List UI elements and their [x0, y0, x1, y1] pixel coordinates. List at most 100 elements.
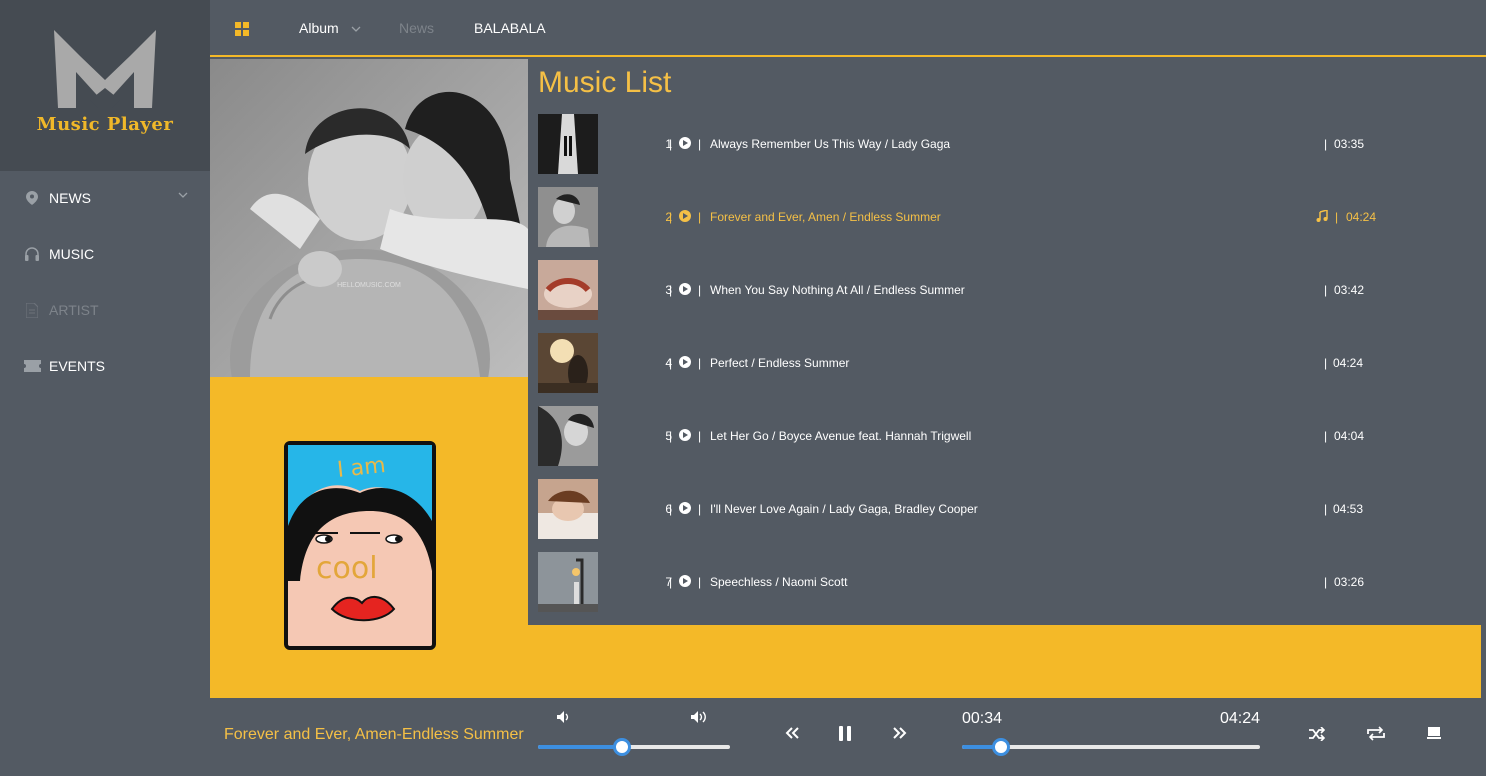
progress-slider-knob[interactable] — [992, 738, 1010, 756]
track-duration: 04:04 — [1334, 429, 1365, 443]
track-duration: 03:26 — [1334, 575, 1365, 589]
track-thumbnail — [538, 479, 598, 539]
separator: | — [1324, 575, 1328, 589]
separator: | — [1324, 429, 1328, 443]
separator: | — [698, 137, 702, 151]
shuffle-icon[interactable] — [1309, 727, 1325, 741]
sidebar-item-music[interactable]: MUSIC — [0, 234, 210, 274]
track-thumbnail — [538, 333, 598, 393]
track-duration: 04:53 — [1333, 502, 1364, 516]
separator: | — [669, 502, 673, 516]
track-title[interactable]: Forever and Ever, Amen / Endless Summer — [710, 210, 941, 224]
logo-text: Music Player — [36, 114, 174, 135]
chevron-down-icon — [351, 26, 361, 33]
album-poster: I am cool — [210, 377, 528, 698]
sidebar-item-news[interactable]: NEWS — [0, 178, 210, 218]
location-pin-icon — [23, 189, 41, 207]
track-duration: 04:24 — [1346, 210, 1377, 224]
volume-low-icon[interactable] — [557, 711, 571, 723]
track-row[interactable]: 5 | | Let Her Go / Boyce Avenue feat. Ha… — [538, 406, 1468, 466]
sidebar-item-artist[interactable]: ARTIST — [0, 290, 210, 330]
player-bar: Forever and Ever, Amen-Endless Summer 00… — [210, 698, 1486, 776]
play-circle-icon[interactable] — [679, 283, 691, 295]
sidebar-item-label: EVENTS — [49, 358, 106, 374]
logo-m-icon — [54, 30, 156, 108]
nav-album[interactable]: Album — [299, 20, 361, 36]
track-row[interactable]: 4 | | Perfect / Endless Summer | 04:24 — [538, 333, 1468, 393]
accent-band — [528, 625, 1481, 698]
play-circle-icon[interactable] — [679, 210, 691, 222]
separator: | — [1324, 502, 1328, 516]
track-title[interactable]: Let Her Go / Boyce Avenue feat. Hannah T… — [710, 429, 971, 443]
sidebar-item-label: MUSIC — [49, 246, 95, 262]
separator: | — [698, 429, 702, 443]
track-title[interactable]: I'll Never Love Again / Lady Gaga, Bradl… — [710, 502, 978, 516]
separator: | — [1324, 283, 1328, 297]
screen-icon[interactable] — [1427, 727, 1441, 740]
separator: | — [669, 210, 673, 224]
track-title[interactable]: When You Say Nothing At All / Endless Su… — [710, 283, 965, 297]
separator: | — [698, 356, 702, 370]
volume-slider-knob[interactable] — [613, 738, 631, 756]
music-note-icon — [1316, 210, 1328, 222]
play-circle-icon[interactable] — [679, 502, 691, 514]
top-nav-bar: Album News BALABALA — [210, 0, 1486, 57]
sidebar-item-events[interactable]: EVENTS — [0, 346, 210, 386]
separator: | — [698, 575, 702, 589]
document-icon — [23, 301, 41, 319]
separator: | — [698, 283, 702, 297]
previous-track-icon[interactable] — [785, 727, 799, 739]
poster-text-face: cool — [316, 551, 378, 586]
play-circle-icon[interactable] — [679, 575, 691, 587]
track-title[interactable]: Speechless / Naomi Scott — [710, 575, 847, 589]
photo-watermark: HELLOMUSIC.COM — [337, 282, 401, 289]
track-thumbnail — [538, 552, 598, 612]
separator: | — [1324, 137, 1328, 151]
ticket-icon — [23, 357, 41, 375]
music-list-title: Music List — [538, 66, 672, 99]
track-row[interactable]: 7 | | Speechless / Naomi Scott | 03:26 — [538, 552, 1468, 612]
music-list: Music List 1 | | Always Remember Us This… — [528, 59, 1481, 625]
next-track-icon[interactable] — [893, 727, 907, 739]
now-playing-title: Forever and Ever, Amen-Endless Summer — [224, 726, 524, 743]
play-circle-icon[interactable] — [679, 137, 691, 149]
repeat-icon[interactable] — [1366, 726, 1386, 741]
nav-balabala[interactable]: BALABALA — [474, 20, 546, 36]
volume-high-icon[interactable] — [691, 710, 710, 724]
track-row[interactable]: 3 | | When You Say Nothing At All / Endl… — [538, 260, 1468, 320]
progress-slider[interactable] — [962, 738, 1260, 756]
separator: | — [698, 210, 702, 224]
separator: | — [698, 502, 702, 516]
track-title[interactable]: Perfect / Endless Summer — [710, 356, 849, 370]
track-row[interactable]: 6 | | I'll Never Love Again / Lady Gaga,… — [538, 479, 1468, 539]
separator: | — [669, 575, 673, 589]
track-thumbnail — [538, 187, 598, 247]
separator: | — [669, 356, 673, 370]
grid-icon[interactable] — [235, 22, 249, 36]
sidebar-item-label: ARTIST — [49, 302, 99, 318]
separator: | — [1324, 356, 1328, 370]
total-time: 04:24 — [1220, 710, 1261, 727]
track-title[interactable]: Always Remember Us This Way / Lady Gaga — [710, 137, 950, 151]
track-duration: 03:42 — [1334, 283, 1365, 297]
logo: Music Player — [0, 0, 210, 171]
volume-slider-fill — [538, 745, 622, 749]
album-photo: HELLOMUSIC.COM — [210, 59, 528, 377]
volume-slider[interactable] — [538, 738, 730, 756]
separator: | — [669, 137, 673, 151]
track-row-playing[interactable]: 2 | | Forever and Ever, Amen / Endless S… — [538, 187, 1468, 247]
track-thumbnail — [538, 260, 598, 320]
play-circle-icon[interactable] — [679, 356, 691, 368]
current-time: 00:34 — [962, 710, 1003, 727]
play-circle-icon[interactable] — [679, 429, 691, 441]
track-thumbnail — [538, 406, 598, 466]
track-duration: 03:35 — [1334, 137, 1365, 151]
separator: | — [1335, 210, 1339, 224]
pause-icon[interactable] — [838, 726, 852, 741]
nav-news[interactable]: News — [399, 20, 434, 36]
poster-text-top: I am — [336, 453, 387, 483]
track-row[interactable]: 1 | | Always Remember Us This Way / Lady… — [538, 114, 1468, 174]
separator: | — [669, 283, 673, 297]
sidebar-item-label: NEWS — [49, 190, 91, 206]
chevron-down-icon — [178, 192, 188, 198]
